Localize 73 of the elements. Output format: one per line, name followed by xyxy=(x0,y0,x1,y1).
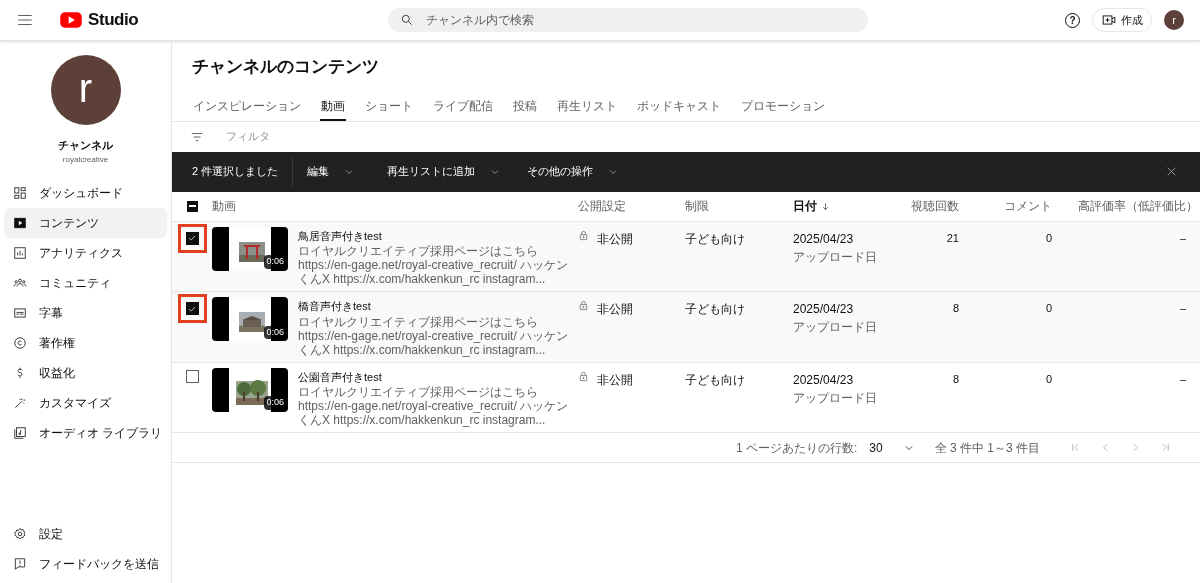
tab[interactable]: ショート xyxy=(364,92,414,121)
avatar[interactable]: r xyxy=(1164,10,1184,30)
visibility-label[interactable]: 非公開 xyxy=(597,370,633,389)
video-description: ロイヤルクリエイティブ採用ページはこちら https://en-gage.net/royal-creative_recruit/ ハッケンくんX https://x.com/hakkenkun_rc instagram... xyxy=(298,385,570,427)
search-field[interactable]: チャンネル内で検索 xyxy=(388,8,869,32)
tab[interactable]: プロモーション xyxy=(740,92,826,121)
date-text: 2025/04/23 xyxy=(793,230,855,248)
page-range: 全 3 件中 1～3 件目 xyxy=(934,439,1040,457)
sidebar-item[interactable]: コミュニティ xyxy=(4,267,167,298)
channel-avatar[interactable]: r xyxy=(50,55,121,125)
duration-badge: 0:06 xyxy=(264,396,286,410)
rows-per-page-label: 1 ページあたりの行数: xyxy=(735,439,858,457)
comments-count: 0 xyxy=(1045,302,1052,314)
visibility-label[interactable]: 非公開 xyxy=(597,300,633,318)
visibility-label[interactable]: 非公開 xyxy=(597,229,633,248)
action-dropdown[interactable]: その他の操作 xyxy=(513,163,634,180)
views-count: 21 xyxy=(946,231,959,244)
sidebar-item[interactable]: ダッシュボード xyxy=(4,177,167,208)
logo-text: Studio xyxy=(88,9,139,32)
date-label: アップロード日 xyxy=(793,248,878,266)
column-header[interactable]: 制限 xyxy=(685,197,709,215)
views-count: 8 xyxy=(952,302,959,314)
action-dropdown[interactable]: 再生リストに追加 xyxy=(373,163,514,180)
views-count: 8 xyxy=(952,372,959,385)
search-input[interactable]: チャンネル内で検索 xyxy=(426,11,857,29)
sidebar-item[interactable]: アナリティクス xyxy=(4,237,167,268)
rating-value: – xyxy=(1179,372,1186,385)
page-title: チャンネルのコンテンツ xyxy=(191,56,380,78)
date-text: 2025/04/23 xyxy=(793,301,855,318)
sidebar-item[interactable]: 収益化 xyxy=(4,357,167,388)
tab[interactable]: 動画 xyxy=(320,92,346,121)
sidebar-item[interactable]: フィードバックを送信 xyxy=(4,549,167,579)
duration-badge: 0:06 xyxy=(264,255,286,269)
column-header[interactable]: 日付 xyxy=(793,197,817,215)
table-row[interactable]: 0:06 橋音声付きtest ロイヤルクリエイティブ採用ページはこちら https://en-gage.net/royal-creative_recruit/ ハッケンくんX https://x.com/hakkenkun_rc instagram... 非公開 子ども向け 2025/04/23 アップロード日 8 0 – xyxy=(172,292,1200,363)
column-header[interactable]: コメント xyxy=(1004,197,1052,215)
tab[interactable]: ポッドキャスト xyxy=(636,92,722,121)
sidebar-item[interactable]: カスタマイズ xyxy=(4,387,167,418)
video-description: ロイヤルクリエイティブ採用ページはこちら https://en-gage.net/royal-creative_recruit/ ハッケンくんX https://x.com/hakkenkun_rc instagram... xyxy=(298,244,570,286)
sidebar-item[interactable]: コンテンツ xyxy=(4,207,167,238)
sidebar-item[interactable]: 設定 xyxy=(4,519,167,549)
restriction-label: 子ども向け xyxy=(685,371,746,389)
tab[interactable]: 投稿 xyxy=(512,92,538,121)
tab[interactable]: ライブ配信 xyxy=(432,92,494,121)
video-description: ロイヤルクリエイティブ採用ページはこちら https://en-gage.net/royal-creative_recruit/ ハッケンくんX https://x.com/hakkenkun_rc instagram... xyxy=(298,314,570,357)
rating-value: – xyxy=(1179,231,1186,244)
video-title[interactable]: 橋音声付きtest xyxy=(298,298,570,315)
date-label: アップロード日 xyxy=(793,389,878,407)
column-header[interactable]: 動画 xyxy=(212,197,236,215)
rating-value: – xyxy=(1179,302,1186,314)
column-header[interactable]: 視聴回数 xyxy=(911,197,959,215)
date-text: 2025/04/23 xyxy=(793,371,855,389)
channel-name: チャンネル xyxy=(58,138,113,153)
selection-count: 2 件選択しました xyxy=(172,157,294,186)
sidebar-item[interactable]: オーディオ ライブラリ xyxy=(4,417,167,448)
action-dropdown[interactable]: 編集 xyxy=(293,163,374,180)
channel-handle: royalcreative xyxy=(62,153,109,166)
comments-count: 0 xyxy=(1045,372,1052,385)
sidebar-item[interactable]: 字幕 xyxy=(4,297,167,328)
tab[interactable]: インスピレーション xyxy=(192,92,302,121)
filter-field[interactable]: フィルタ xyxy=(226,128,426,145)
comments-count: 0 xyxy=(1045,231,1052,244)
rows-per-page-dropdown[interactable]: 30 xyxy=(869,438,915,457)
video-title[interactable]: 鳥居音声付きtest xyxy=(298,227,570,244)
date-label: アップロード日 xyxy=(793,319,878,336)
column-header[interactable]: 高評価率（低評価比） xyxy=(1078,197,1198,215)
table-row[interactable]: 0:06 鳥居音声付きtest ロイヤルクリエイティブ採用ページはこちら https://en-gage.net/royal-creative_recruit/ ハッケンくんX https://x.com/hakkenkun_rc instagram... 非公開 子ども向け 2025/04/23 アップロード日 21 0 – xyxy=(172,221,1200,292)
sidebar-item[interactable]: 著作権 xyxy=(4,327,167,358)
tab[interactable]: 再生リスト xyxy=(556,92,618,121)
video-title[interactable]: 公園音声付きtest xyxy=(298,368,570,385)
restriction-label: 子ども向け xyxy=(685,230,746,248)
column-header[interactable]: 公開設定 xyxy=(578,197,626,215)
restriction-label: 子ども向け xyxy=(685,301,746,318)
